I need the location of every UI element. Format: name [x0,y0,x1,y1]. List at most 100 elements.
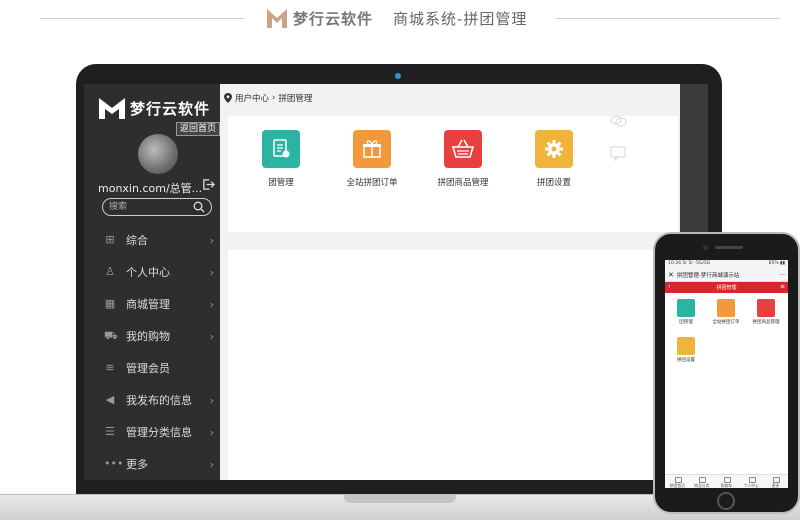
chevron-right-icon: › [209,233,214,247]
basket-icon [757,299,775,317]
phone-tile-group-settings[interactable]: 拼团设置 [667,337,705,363]
sidebar-logo[interactable]: 梦行云软件 [98,94,210,122]
search-input[interactable] [109,200,189,214]
brand-m-icon [99,98,125,119]
breadcrumb-home-link[interactable]: 用户中心 [235,92,269,104]
sidebar-item-manage-categories[interactable]: ☰ 管理分类信息 › [84,416,220,448]
sidebar-item-general[interactable]: ⊞ 综合 › [84,224,220,256]
laptop-camera [395,73,401,79]
search-box [102,198,212,216]
tile-team-management[interactable]: 团管理 [236,130,326,188]
phone-footer-item[interactable]: 商品分类 [690,475,715,488]
sidebar-item-label: 更多 [126,458,148,471]
megaphone-icon: ◀ [105,393,115,406]
team-doc-icon [262,130,300,168]
sidebar-item-personal-center[interactable]: ♙ 个人中心 › [84,256,220,288]
sidebar-item-label: 管理会员 [126,362,170,375]
menu-icon[interactable]: ≡ [780,283,785,290]
showcase-page: 梦行云软件 商城系统-拼团管理 梦行云软件 返回首页 monxin.com/总管… [0,0,800,520]
team-doc-icon [677,299,695,317]
phone-tile-label: 拼团商品管理 [752,320,780,325]
tile-label: 拼团商品管理 [437,178,489,188]
return-home-button[interactable]: 返回首页 [176,122,220,136]
phone-camera [703,245,708,250]
gear-icon [535,130,573,168]
store-icon: ▦ [104,297,116,310]
sidebar-item-label: 管理分类信息 [126,426,192,439]
sidebar-item-label: 综合 [126,234,148,247]
sidebar-item-label: 我发布的信息 [126,394,192,407]
banner-subtitle: 商城系统-拼团管理 [393,10,528,28]
gift-icon [353,130,391,168]
grid-icon: ⊞ [105,233,115,246]
phone-home-button[interactable] [717,492,735,510]
phone-tile-all-group-orders[interactable]: 全站拼团订单 [707,299,745,325]
gear-icon [677,337,695,355]
right-toolbar-icons [607,110,629,174]
list-icon: ☰ [105,425,115,438]
phone-footer-item[interactable]: 购物车 [714,475,739,488]
tile-group-product-management[interactable]: 拼团商品管理 [418,130,508,188]
sidebar-brand: 梦行云软件 [130,99,211,118]
sidebar-item-manage-members[interactable]: ≋ 管理会员 [84,352,220,384]
sidebar: 梦行云软件 返回首页 monxin.com/总管... 搜索 ⊞ 综合 › ♙ … [84,84,220,480]
user-icon: ♙ [105,265,115,278]
phone-footer-item[interactable]: 更多 [763,475,788,488]
banner-divider-left [40,18,245,19]
sidebar-item-my-shopping[interactable]: ⛟ 我的购物 › [84,320,220,352]
sidebar-item-label: 商城管理 [126,298,170,311]
tile-all-group-orders[interactable]: 全站拼团订单 [327,130,417,188]
laptop-notch [344,495,456,503]
phone-frame: 10:34 5r 5r ·5G/5G 85% ▮▮ ✕ 拼团管理-梦行商城演示站… [653,232,800,514]
phone-tile-label: 全站拼团订单 [712,320,740,325]
sidebar-nav: ⊞ 综合 › ♙ 个人中心 › ▦ 商城管理 › ⛟ 我的购物 › ≋ 管理会员… [84,224,220,480]
laptop-screen: 梦行云软件 返回首页 monxin.com/总管... 搜索 ⊞ 综合 › ♙ … [84,84,680,480]
top-banner: 梦行云软件 商城系统-拼团管理 [0,0,800,38]
phone-status-right: 85% ▮▮ [768,261,785,266]
breadcrumb-current: 拼团管理 [278,94,313,104]
tile-label: 团管理 [268,178,294,188]
content-panel [228,250,678,480]
phone-footer-nav: 拼团首页 商品分类 购物车 个人中心 更多 [665,474,788,488]
phone-page-title: 拼团管理-梦行商城演示站 [676,273,740,279]
phone-footer-item[interactable]: 拼团首页 [665,475,690,488]
phone-footer-item[interactable]: 个人中心 [739,475,764,488]
sidebar-item-label: 个人中心 [126,266,170,279]
phone-tiles: 团管理 全站拼团订单 拼团商品管理 拼团设置 [665,293,788,443]
phone-title-bar: ✕ 拼团管理-梦行商城演示站 ··· [665,269,788,282]
phone-bar-title: 拼团管理 [716,285,737,291]
sidebar-item-my-posts[interactable]: ◀ 我发布的信息 › [84,384,220,416]
tile-label: 全站拼团订单 [346,178,398,188]
username[interactable]: monxin.com/总管... [98,180,202,196]
logout-icon[interactable] [202,178,215,191]
chat-icon[interactable] [607,110,629,132]
avatar[interactable] [138,134,178,174]
chevron-right-icon: › [209,457,214,471]
chevron-right-icon: › [209,265,214,279]
phone-screen: 10:34 5r 5r ·5G/5G 85% ▮▮ ✕ 拼团管理-梦行商城演示站… [665,260,788,488]
location-pin-icon [224,93,232,103]
tile-label: 拼团设置 [536,178,571,188]
search-icon[interactable] [193,201,205,213]
chevron-right-icon: › [209,393,214,407]
more-icon[interactable]: ··· [779,272,785,279]
back-icon[interactable]: ‹ [668,283,670,290]
sidebar-item-store-management[interactable]: ▦ 商城管理 › [84,288,220,320]
phone-tile-label: 拼团设置 [677,358,695,363]
chevron-right-icon: › [209,329,214,343]
phone-status-bar: 10:34 5r 5r ·5G/5G 85% ▮▮ [665,260,788,269]
sidebar-item-label: 我的购物 [126,330,170,343]
tile-group-settings[interactable]: 拼团设置 [509,130,599,188]
banner-brand: 梦行云软件 [293,10,374,28]
phone-tile-group-product-management[interactable]: 拼团商品管理 [747,299,785,325]
message-icon[interactable] [607,142,629,164]
close-icon[interactable]: ✕ [668,271,674,279]
sidebar-item-more[interactable]: ••• 更多 › [84,448,220,480]
cart-icon: ⛟ [104,329,118,342]
chevron-right-icon: › [209,425,214,439]
breadcrumb-separator: › [272,93,276,103]
chevron-right-icon: › [209,297,214,311]
phone-speaker [715,246,743,249]
phone-tile-label: 团管理 [679,320,693,325]
phone-tile-team-management[interactable]: 团管理 [667,299,705,325]
